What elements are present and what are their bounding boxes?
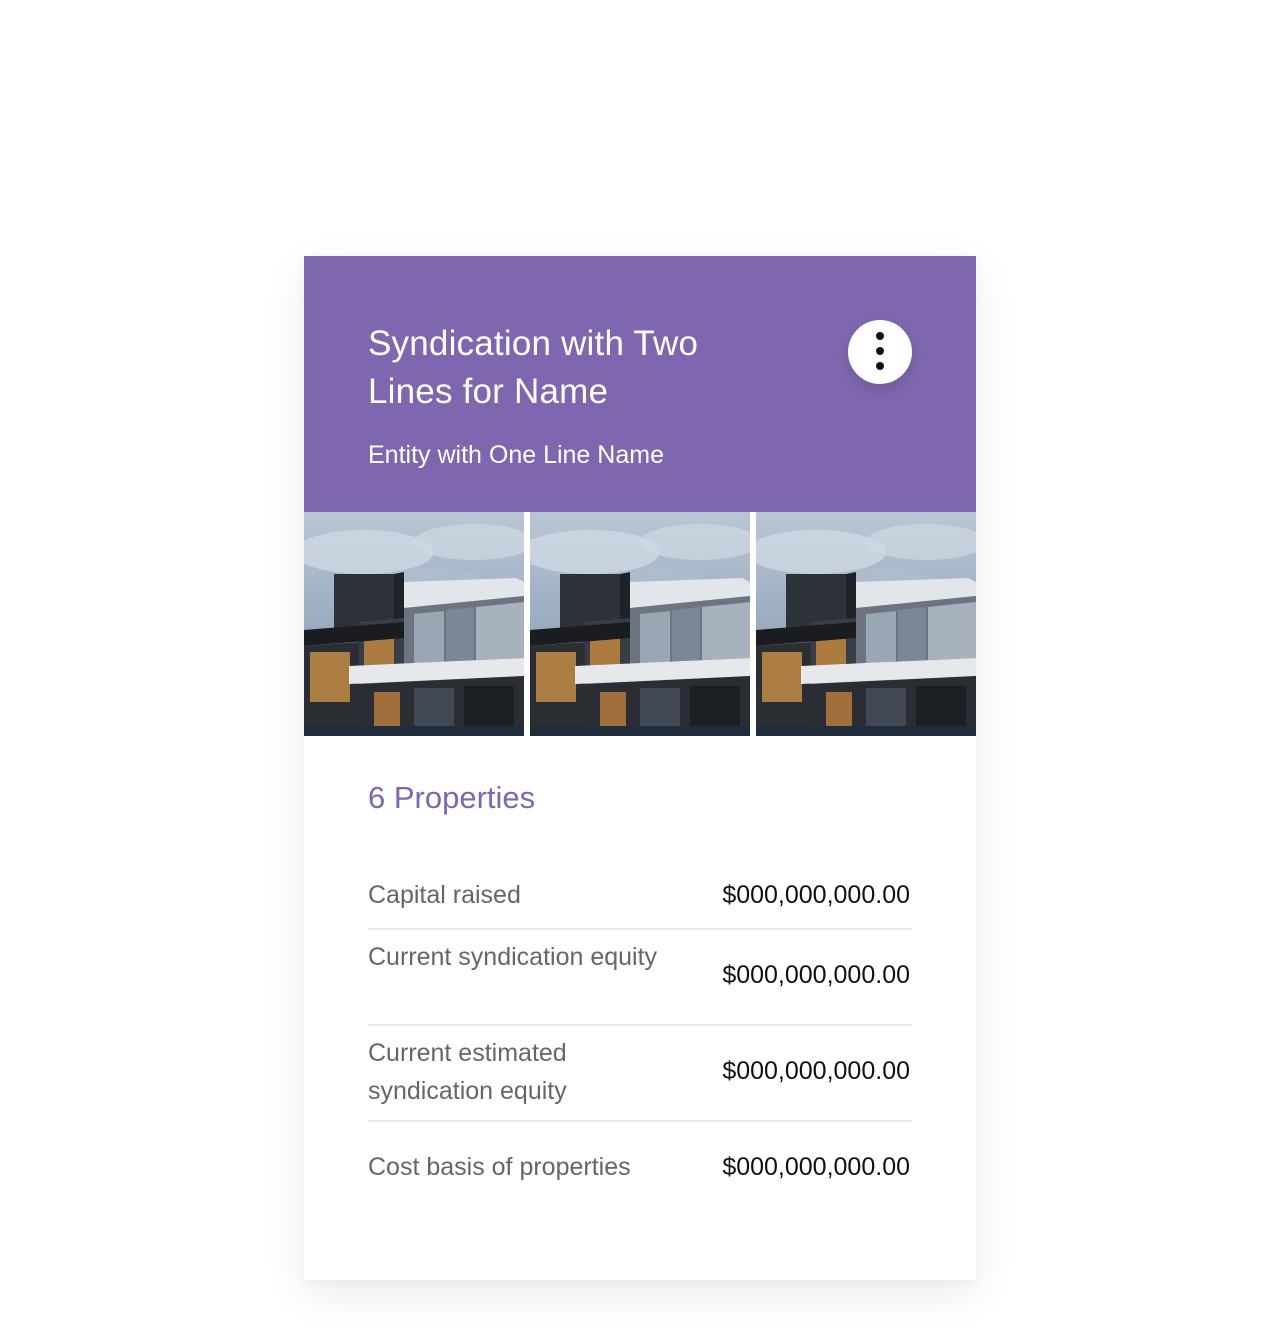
more-options-button[interactable] [848, 320, 912, 384]
entity-name: Entity with One Line Name [368, 441, 664, 469]
property-photo[interactable] [756, 512, 976, 736]
stat-label: Capital raised [368, 881, 521, 909]
stat-row-current-syndication-equity: Current syndication equity $000,000,000.… [368, 930, 912, 1026]
more-vertical-icon [876, 332, 884, 370]
property-photo[interactable] [530, 512, 750, 736]
stat-row-current-estimated-equity: Current estimated syndication equity $00… [368, 1026, 912, 1122]
stat-label: Current syndication equity [368, 943, 658, 971]
card-header: Syndication with Two Lines for Name Enti… [304, 256, 976, 512]
stat-row-capital-raised: Capital raised $000,000,000.00 [368, 856, 912, 930]
stat-value: $000,000,000.00 [722, 961, 910, 989]
stat-row-cost-basis: Cost basis of properties $000,000,000.00 [368, 1122, 912, 1216]
property-gallery [304, 512, 976, 736]
stat-value: $000,000,000.00 [722, 881, 910, 909]
stat-value: $000,000,000.00 [722, 1153, 910, 1181]
syndication-title: Syndication with Two Lines for Name [368, 324, 699, 411]
stat-label: Cost basis of properties [368, 1153, 631, 1181]
syndication-card[interactable]: Syndication with Two Lines for Name Enti… [304, 256, 976, 1280]
stat-value: $000,000,000.00 [722, 1057, 910, 1085]
property-count: 6 Properties [368, 780, 536, 815]
stat-label: Current estimated syndication equity [368, 1039, 567, 1105]
property-photo[interactable] [304, 512, 524, 736]
